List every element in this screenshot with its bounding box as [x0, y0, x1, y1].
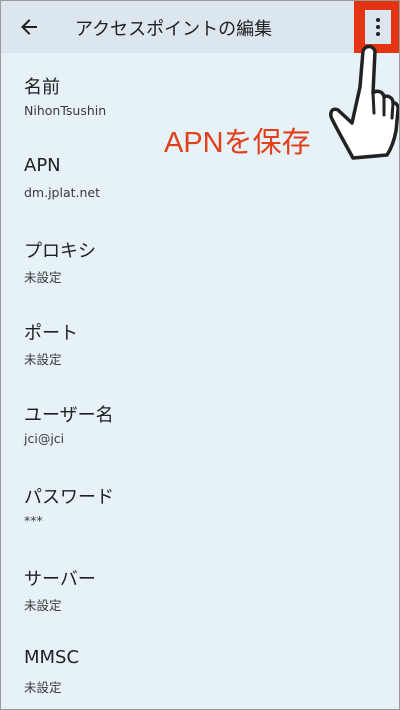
setting-value: *** [24, 513, 43, 528]
save-apn-annotation: APNを保存 [164, 127, 311, 159]
setting-label: サーバー [24, 569, 96, 590]
setting-value: 未設定 [24, 598, 62, 613]
setting-label: 名前 [24, 77, 60, 98]
setting-mmsc[interactable]: MMSC 未設定 [1, 627, 399, 709]
more-vert-icon-dot [376, 32, 380, 36]
back-button[interactable] [11, 9, 47, 45]
pointing-hand-icon [329, 44, 399, 160]
setting-port[interactable]: ポート 未設定 [1, 299, 399, 381]
setting-server[interactable]: サーバー 未設定 [1, 545, 399, 627]
page-title: アクセスポイントの編集 [75, 19, 273, 40]
setting-label: ユーザー名 [24, 405, 114, 426]
setting-label: パスワード [24, 487, 114, 508]
setting-username[interactable]: ユーザー名 jci@jci [1, 381, 399, 463]
more-vert-icon [376, 18, 380, 22]
screen: アクセスポイントの編集 名前 NihonTsushin APN dm.jplat… [0, 0, 400, 710]
arrow-left-icon [21, 19, 37, 35]
more-vert-icon-dot [376, 25, 380, 29]
setting-value: 未設定 [24, 270, 62, 285]
setting-proxy[interactable]: プロキシ 未設定 [1, 217, 399, 299]
more-options-button[interactable] [365, 10, 391, 44]
setting-label: APN [24, 155, 61, 176]
setting-value: 未設定 [24, 352, 62, 367]
setting-value: dm.jplat.net [24, 185, 101, 200]
setting-password[interactable]: パスワード *** [1, 463, 399, 545]
setting-label: ポート [24, 323, 78, 344]
setting-value: NihonTsushin [24, 103, 107, 118]
setting-label: MMSC [24, 647, 80, 668]
setting-value: jci@jci [24, 431, 65, 446]
setting-value: 未設定 [24, 680, 62, 695]
setting-label: プロキシ [24, 241, 96, 262]
